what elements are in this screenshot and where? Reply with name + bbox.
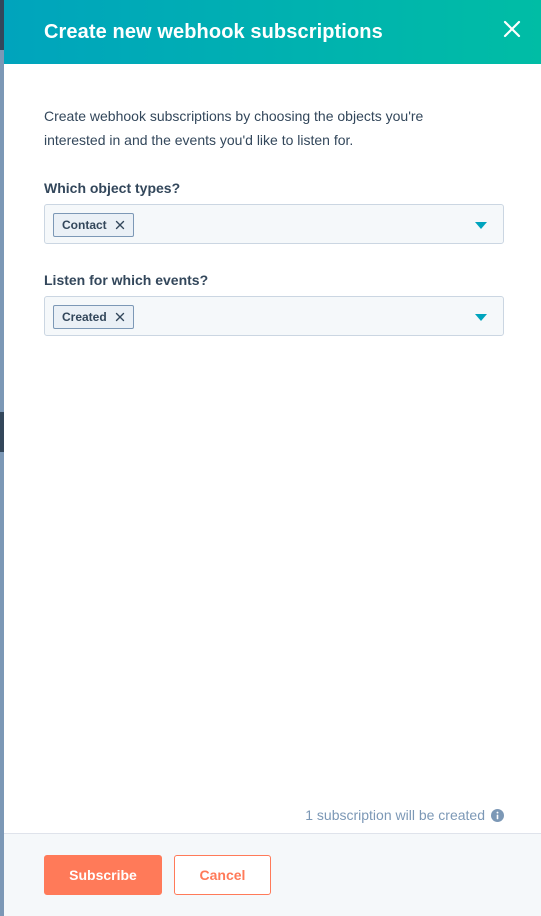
subscribe-button[interactable]: Subscribe: [44, 855, 162, 895]
subscription-count-note: 1 subscription will be created: [305, 805, 504, 825]
panel-body: Create webhook subscriptions by choosing…: [44, 104, 504, 336]
events-select[interactable]: Created: [44, 296, 504, 336]
cancel-button[interactable]: Cancel: [174, 855, 271, 895]
description-text: Create webhook subscriptions by choosing…: [44, 108, 424, 148]
x-icon[interactable]: [115, 220, 125, 230]
object-types-select[interactable]: Contact: [44, 204, 504, 244]
panel-header: Create new webhook subscriptions: [4, 0, 541, 64]
close-button[interactable]: [498, 15, 526, 43]
event-tag: Created: [53, 305, 134, 329]
object-type-tag-label: Contact: [62, 218, 107, 232]
caret-down-icon: [475, 222, 487, 229]
subscription-count-text: 1 subscription will be created: [305, 807, 485, 823]
caret-down-icon: [475, 314, 487, 321]
event-tag-label: Created: [62, 310, 107, 324]
panel-footer: Subscribe Cancel: [4, 833, 541, 916]
object-types-label: Which object types?: [44, 180, 181, 196]
info-icon[interactable]: [491, 808, 504, 822]
webhook-subscription-panel: Create new webhook subscriptions Create …: [4, 0, 541, 916]
x-icon[interactable]: [115, 312, 125, 322]
panel-title: Create new webhook subscriptions: [44, 21, 383, 43]
object-type-tag: Contact: [53, 213, 134, 237]
events-label: Listen for which events?: [44, 272, 209, 288]
close-icon: [503, 20, 521, 38]
